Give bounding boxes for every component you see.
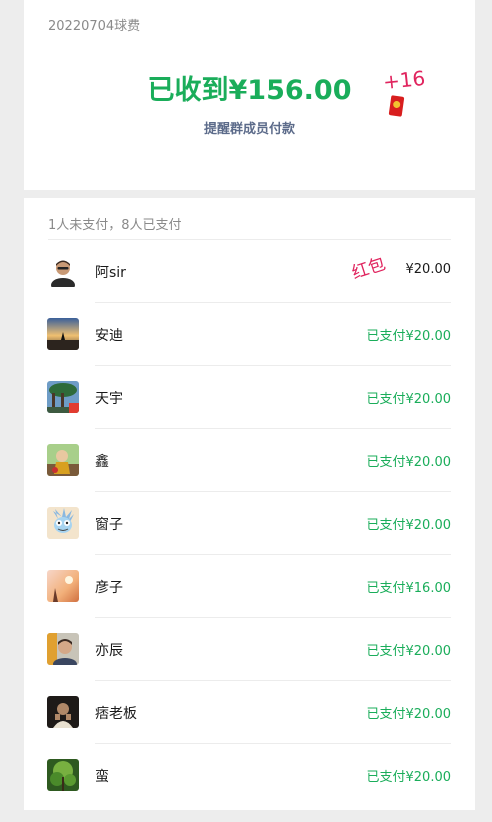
member-name: 蛮 [95,769,109,785]
avatar [47,444,79,476]
member-row[interactable]: 蛮 已支付¥20.00 [24,744,475,807]
member-row[interactable]: 鑫 已支付¥20.00 [24,429,475,492]
payment-amount: ¥20.00 [405,262,452,277]
member-name: 鑫 [95,454,109,470]
member-name: 痞老板 [95,706,137,722]
payment-amount: 已支付¥20.00 [366,329,452,344]
avatar [47,255,79,287]
member-row[interactable]: 天宇 已支付¥20.00 [24,366,475,429]
payment-amount: 已支付¥20.00 [366,707,452,722]
red-packet-icon [388,95,405,117]
payment-amount: 已支付¥16.00 [366,581,452,596]
member-row[interactable]: 窗子 已支付¥20.00 [24,492,475,555]
remind-members-button[interactable]: 提醒群成员付款 [24,118,475,137]
event-title: 20220704球费 [48,19,141,34]
member-row[interactable]: 安迪 已支付¥20.00 [24,303,475,366]
avatar [47,507,79,539]
payment-amount: 已支付¥20.00 [366,644,452,659]
member-row[interactable]: 亦辰 已支付¥20.00 [24,618,475,681]
handwritten-plus-annotation: +16 [381,65,427,95]
member-name: 安迪 [95,328,123,344]
payment-amount: 已支付¥20.00 [366,770,452,785]
member-row[interactable]: 彦子 已支付¥16.00 [24,555,475,618]
avatar [47,696,79,728]
member-row[interactable]: 阿sir 红包 ¥20.00 [24,240,475,303]
member-name: 天宇 [95,391,123,407]
payment-amount: 已支付¥20.00 [366,392,452,407]
payment-amount: 已支付¥20.00 [366,455,452,470]
member-row[interactable]: 痞老板 已支付¥20.00 [24,681,475,744]
member-name: 阿sir [95,265,126,281]
member-name: 彦子 [95,580,123,596]
avatar [47,381,79,413]
avatar [47,570,79,602]
payment-list-card: 1人未支付，8人已支付 阿sir 红包 ¥20.00 安迪 已支付¥20.00 … [24,198,475,810]
member-name: 亦辰 [95,643,123,659]
avatar [47,318,79,350]
avatar [47,759,79,791]
red-packet-annotation: 红包 [349,254,389,284]
collection-summary-card: 20220704球费 已收到¥156.00 提醒群成员付款 +16 [24,0,475,190]
avatar [47,633,79,665]
payment-status-summary: 1人未支付，8人已支付 [48,218,182,233]
payment-amount: 已支付¥20.00 [366,518,452,533]
member-name: 窗子 [95,517,123,533]
